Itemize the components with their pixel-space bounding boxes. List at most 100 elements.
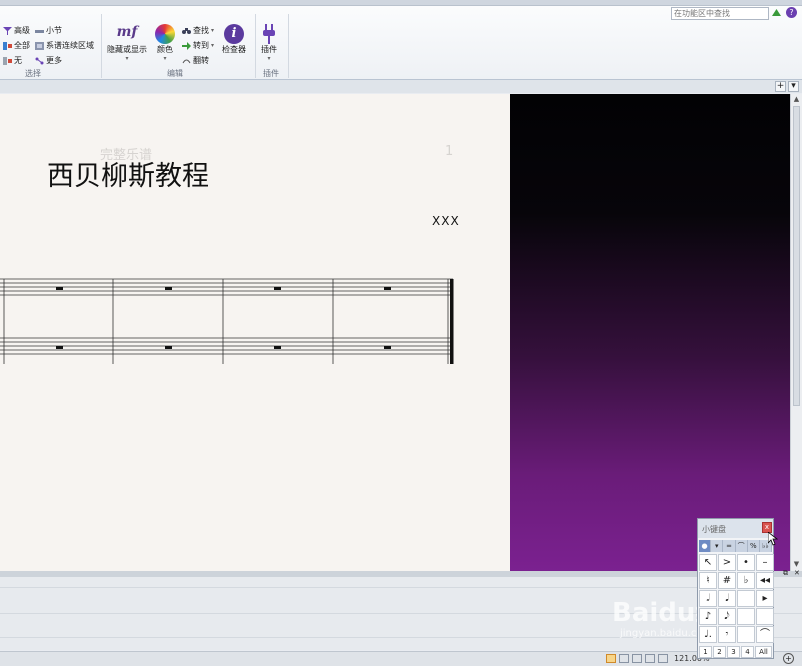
keypad-tabs: ● ▾ ═ ⌒ % ♭♭ [699,540,773,552]
keypad-key[interactable]: 𝄾 [718,626,736,643]
tab-menu-button[interactable]: ▾ [788,81,799,92]
staff-system[interactable] [0,94,510,571]
workspace-background [510,94,790,571]
view-mode-icon[interactable] [645,654,655,663]
binoculars-icon [182,27,191,35]
keypad-layout-button[interactable]: 1 [699,646,712,658]
keypad-key[interactable]: ▸ [756,590,774,607]
keypad-key[interactable]: ⌒ [756,626,774,643]
select-all-button[interactable]: 全部 [3,40,30,51]
inspector-label: 检查器 [222,45,246,54]
ribbon-search-input[interactable]: 在功能区中查找 [671,7,769,20]
keypad-layout-selector: 1 2 3 4 All [699,646,772,658]
find-button[interactable]: 查找 ▾ [182,25,214,36]
select-all-label: 全部 [14,41,30,50]
bar-icon [35,27,44,35]
select-bar-label: 小节 [46,26,62,35]
select-advanced-button[interactable]: 高级 [3,25,30,36]
keypad-layout-button[interactable]: 3 [727,646,740,658]
status-bar: 121.00% + [0,651,802,666]
select-all-icon [3,41,12,50]
keypad-key[interactable]: 𝅘𝅥 [718,590,736,607]
view-mode-icon[interactable] [658,654,668,663]
color-label: 颜色 [157,45,173,54]
mouse-cursor-icon [767,531,779,549]
keypad-panel[interactable]: 小键盘 x ● ▾ ═ ⌒ % ♭♭ ↖ > • – ♮ # ♭ ◂◂ 𝅗𝅥 𝅘… [697,518,774,659]
keypad-key[interactable]: ♩. [699,626,717,643]
scroll-up-icon[interactable]: ▲ [792,95,801,104]
keypad-key[interactable]: # [718,572,736,589]
arrow-right-icon [182,41,191,50]
view-mode-icon[interactable] [619,654,629,663]
vertical-scrollbar[interactable]: ▲ ▼ [790,94,802,571]
keypad-tab[interactable]: ⌒ [736,540,748,552]
plug-icon [262,24,276,44]
keypad-key[interactable]: > [718,554,736,571]
select-advanced-label: 高级 [14,26,30,35]
select-group-label: 选择 [25,69,41,78]
new-tab-button[interactable]: + [775,81,786,92]
goto-label: 转到 [193,41,209,50]
keypad-key[interactable]: – [756,554,774,571]
zoom-in-icon[interactable]: + [783,653,794,664]
select-none-button[interactable]: 无 [3,55,22,66]
keypad-tab[interactable]: % [748,540,760,552]
keypad-key[interactable]: • [737,554,755,571]
keypad-key[interactable] [737,626,755,643]
keypad-layout-button[interactable]: All [755,646,772,658]
panel-rule [0,587,802,588]
color-button[interactable]: 颜色 ▾ [155,24,175,62]
flip-button[interactable]: 翻转 [182,55,209,66]
keypad-key[interactable] [737,608,755,625]
select-more-label: 更多 [46,56,62,65]
find-label: 查找 [193,26,209,35]
close-panel-icon[interactable]: ✕ [794,569,800,577]
passage-icon [35,41,44,50]
filter-icon [3,26,12,35]
scroll-down-icon[interactable]: ▼ [792,560,801,569]
keypad-key[interactable]: 𝅗𝅥 [699,590,717,607]
view-mode-icon[interactable] [632,654,642,663]
keypad-key[interactable]: ♪ [699,608,717,625]
inspector-button[interactable]: i 检查器 [222,24,246,55]
plugins-label: 插件 [261,45,277,54]
info-icon: i [224,24,244,44]
keypad-key[interactable]: 𝅘𝅥𝅮 [718,608,736,625]
document-tab-bar: + ▾ [0,80,802,93]
keypad-layout-button[interactable]: 2 [713,646,726,658]
select-bar-button[interactable]: 小节 [35,25,62,36]
hide-show-button[interactable]: mf 隐藏或显示 ▾ [107,24,147,62]
view-mode-icon[interactable] [606,654,616,663]
select-none-label: 无 [14,56,22,65]
edit-group-label: 编辑 [167,69,183,78]
ribbon-separator [101,14,102,78]
ribbon: 在功能区中查找 ? 高级 全部 无 小节 系谱连续区域 更多 选择 mf 隐藏或… [0,6,802,80]
more-icon [35,57,44,65]
keypad-tab[interactable]: ═ [723,540,736,552]
keypad-tab[interactable]: ▾ [711,540,724,552]
keypad-key[interactable]: ◂◂ [756,572,774,589]
keypad-key[interactable]: ♮ [699,572,717,589]
scroll-thumb[interactable] [793,106,800,406]
keypad-key[interactable] [737,590,755,607]
ribbon-separator [255,14,256,78]
keypad-key[interactable] [756,608,774,625]
flip-label: 翻转 [193,56,209,65]
goto-button[interactable]: 转到 ▾ [182,40,214,51]
collapse-ribbon-icon[interactable] [772,8,781,17]
plugins-group-label: 插件 [263,69,279,78]
select-more-button[interactable]: 更多 [35,55,62,66]
mf-icon: mf [116,24,138,40]
score-page[interactable]: 完整乐谱 1 西贝柳斯教程 XXX [0,94,510,571]
help-icon[interactable]: ? [786,7,797,18]
select-passage-button[interactable]: 系谱连续区域 [35,40,94,51]
keypad-key[interactable]: ↖ [699,554,717,571]
keypad-layout-button[interactable]: 4 [741,646,754,658]
plugins-button[interactable]: 插件 ▾ [261,24,277,62]
hide-show-label: 隐藏或显示 [107,45,147,54]
keypad-key[interactable]: ♭ [737,572,755,589]
flip-icon [182,57,191,65]
select-none-icon [3,56,12,65]
ribbon-separator [288,14,289,78]
keypad-tab[interactable]: ● [699,540,712,552]
